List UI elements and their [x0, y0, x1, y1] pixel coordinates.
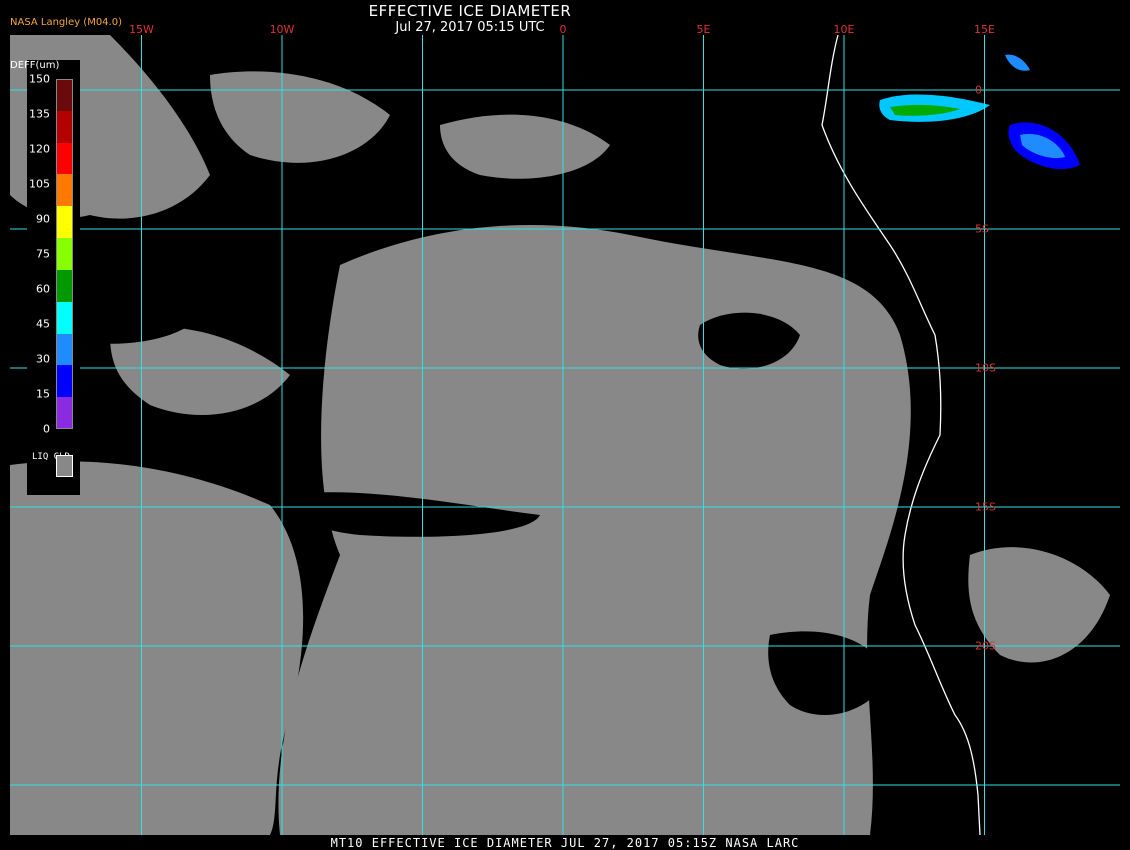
page-title: EFFECTIVE ICE DIAMETER — [368, 2, 572, 20]
legend-tick-label: 45 — [36, 317, 50, 331]
latitude-label: 0 — [975, 83, 982, 97]
longitude-label: 5E — [696, 23, 711, 36]
legend-tick-label: 60 — [36, 282, 50, 296]
longitude-label: 10W — [269, 23, 295, 36]
legend-tick-label: 0 — [43, 422, 50, 436]
legend-frame — [56, 79, 73, 429]
longitude-label: 10E — [833, 23, 855, 36]
legend-tick-label: 90 — [36, 212, 50, 226]
legend-tick-label: 120 — [29, 142, 50, 156]
longitude-label: 15E — [974, 23, 995, 36]
legend-tick-label: 135 — [29, 107, 50, 121]
latitude-label: 5S — [975, 222, 989, 236]
legend-tick-label: 30 — [36, 352, 50, 366]
legend-tick-label: 105 — [29, 177, 50, 191]
latitude-label: 10S — [975, 361, 996, 375]
legend-tick-label: 15 — [36, 387, 50, 401]
map-canvas — [10, 35, 1120, 835]
longitude-label: 0 — [559, 23, 567, 36]
footer-caption: MT10 EFFECTIVE ICE DIAMETER JUL 27, 2017… — [330, 836, 800, 850]
legend-tick-label: 75 — [36, 247, 50, 261]
legend-tick-label: 150 — [29, 72, 50, 86]
legend-title: DEFF(um) — [10, 60, 60, 71]
satellite-map[interactable] — [10, 35, 1120, 835]
color-legend: DEFF(um) 150 135 120 105 90 75 60 45 30 15 0 LIQ C… — [10, 60, 80, 495]
credit-label: NASA Langley (M04.0) — [10, 17, 122, 28]
latitude-label: 20S — [975, 639, 996, 653]
liquid-cloud-swatch — [56, 455, 73, 477]
latitude-label: 15S — [975, 500, 996, 514]
longitude-label: 15W — [129, 23, 154, 36]
